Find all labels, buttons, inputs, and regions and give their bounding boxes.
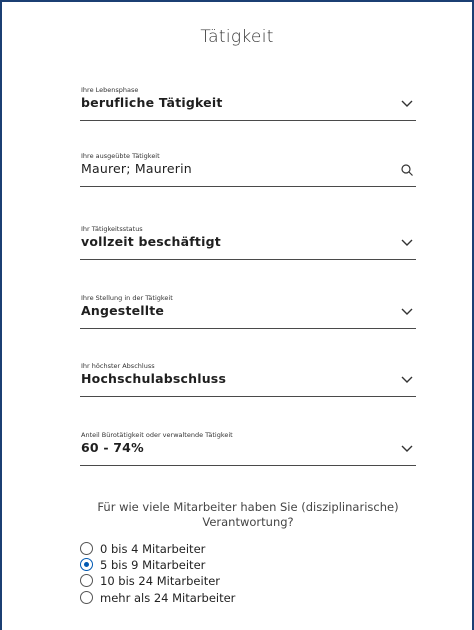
taetigkeit-search-input[interactable]: Ihre ausgeübte Tätigkeit Maurer; Maureri… — [80, 152, 416, 187]
field-value: Hochschulabschluss — [81, 371, 227, 386]
field-label: Ihre Stellung in der Tätigkeit — [81, 294, 173, 302]
search-icon[interactable] — [400, 164, 414, 176]
radio-button[interactable] — [80, 591, 93, 604]
field-value: vollzeit beschäftigt — [81, 234, 221, 249]
radio-option-0-4[interactable]: 0 bis 4 Mitarbeiter — [80, 541, 205, 556]
radio-option-5-9[interactable]: 5 bis 9 Mitarbeiter — [80, 557, 205, 572]
chevron-down-icon[interactable] — [400, 237, 414, 249]
radio-label: mehr als 24 Mitarbeiter — [100, 590, 236, 605]
field-value: berufliche Tätigkeit — [81, 95, 223, 110]
chevron-down-icon[interactable] — [400, 98, 414, 110]
field-label: Anteil Bürotätigkeit oder verwaltende Tä… — [81, 431, 233, 439]
radio-button[interactable] — [80, 542, 93, 555]
field-label: Ihr höchster Abschluss — [81, 362, 155, 370]
radio-label: 5 bis 9 Mitarbeiter — [100, 557, 206, 572]
radio-label: 0 bis 4 Mitarbeiter — [100, 541, 206, 556]
chevron-down-icon[interactable] — [400, 306, 414, 318]
buerotaetigkeit-select[interactable]: Anteil Bürotätigkeit oder verwaltende Tä… — [80, 431, 416, 466]
field-label: Ihre Lebensphase — [81, 86, 139, 94]
field-value: Angestellte — [81, 303, 165, 318]
field-label: Ihre ausgeübte Tätigkeit — [81, 152, 160, 160]
abschluss-select[interactable]: Ihr höchster Abschluss Hochschulabschlus… — [80, 362, 416, 397]
radio-option-more-24[interactable]: mehr als 24 Mitarbeiter — [80, 590, 235, 605]
radio-label: 10 bis 24 Mitarbeiter — [100, 573, 221, 588]
stellung-select[interactable]: Ihre Stellung in der Tätigkeit Angestell… — [80, 294, 416, 329]
page-title: Tätigkeit — [200, 27, 274, 47]
mitarbeiter-question: Für wie viele Mitarbeiter haben Sie (dis… — [97, 500, 399, 529]
radio-button[interactable] — [80, 574, 93, 587]
lebensphase-select[interactable]: Ihre Lebensphase berufliche Tätigkeit — [80, 86, 416, 121]
radio-button-selected[interactable] — [80, 558, 93, 571]
chevron-down-icon[interactable] — [400, 374, 414, 386]
field-value: Maurer; Maurerin — [81, 161, 192, 176]
taetigkeitsstatus-select[interactable]: Ihr Tätigkeitsstatus vollzeit beschäftig… — [80, 225, 416, 260]
field-value: 60 - 74% — [81, 440, 144, 455]
chevron-down-icon[interactable] — [400, 443, 414, 455]
field-label: Ihr Tätigkeitsstatus — [81, 225, 143, 233]
radio-option-10-24[interactable]: 10 bis 24 Mitarbeiter — [80, 573, 220, 588]
